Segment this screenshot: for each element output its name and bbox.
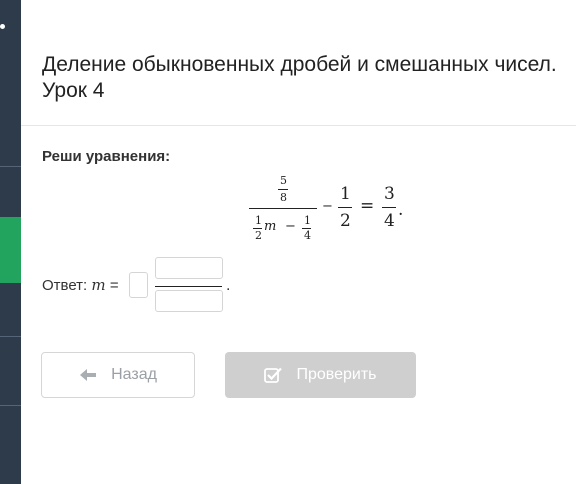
- eq-bottom-quarter-denominator: 4: [304, 229, 311, 242]
- answer-label: Ответ: m =: [42, 276, 119, 294]
- eq-rhs-bar: [382, 207, 396, 208]
- sidebar-divider: [0, 166, 21, 167]
- eq-half-bar: [338, 207, 352, 208]
- title-divider: [21, 125, 576, 126]
- eq-bottom-minus: −: [285, 219, 296, 234]
- answer-label-text: Ответ:: [42, 277, 88, 294]
- eq-bottom-quarter-numerator: 1: [304, 214, 311, 227]
- page-title: Деление обыкновенных дробей и смешанных …: [42, 53, 557, 102]
- eq-minus: −: [322, 199, 333, 214]
- sidebar-item-active[interactable]: [0, 217, 21, 283]
- sidebar-divider: [0, 405, 21, 406]
- answer-equals: =: [109, 277, 119, 294]
- answer-whole-input[interactable]: [129, 272, 148, 298]
- sidebar-indicator-dot: [0, 24, 5, 29]
- eq-main-fraction-bar: [249, 208, 317, 209]
- answer-denominator-input[interactable]: [155, 290, 223, 312]
- check-button[interactable]: Проверить: [225, 352, 416, 398]
- eq-top-numerator: 5: [280, 174, 287, 187]
- eq-equals: =: [360, 196, 375, 216]
- eq-half-numerator: 1: [340, 184, 351, 204]
- eq-period: .: [398, 200, 404, 220]
- eq-rhs-numerator: 3: [384, 184, 395, 204]
- back-button-label: Назад: [111, 366, 157, 383]
- answer-numerator-input[interactable]: [155, 257, 223, 279]
- sidebar: [0, 0, 21, 484]
- checkbox-check-icon: [264, 367, 283, 383]
- sidebar-divider: [0, 336, 21, 337]
- eq-rhs-denominator: 4: [384, 211, 395, 231]
- answer-fraction-bar: [155, 286, 222, 287]
- eq-half-denominator: 2: [340, 211, 351, 231]
- eq-top-fraction-bar: [278, 189, 288, 190]
- back-button[interactable]: Назад: [41, 352, 195, 398]
- check-button-label: Проверить: [296, 366, 377, 383]
- eq-bottom-half-denominator: 2: [255, 229, 262, 242]
- task-prompt: Реши уравнения:: [42, 148, 171, 165]
- eq-bottom-half-numerator: 1: [255, 214, 262, 227]
- answer-period: .: [226, 277, 231, 294]
- eq-bottom-variable: m: [264, 219, 277, 234]
- arrow-left-icon: [79, 368, 97, 382]
- answer-variable: m: [91, 276, 106, 294]
- eq-top-denominator: 8: [280, 191, 287, 204]
